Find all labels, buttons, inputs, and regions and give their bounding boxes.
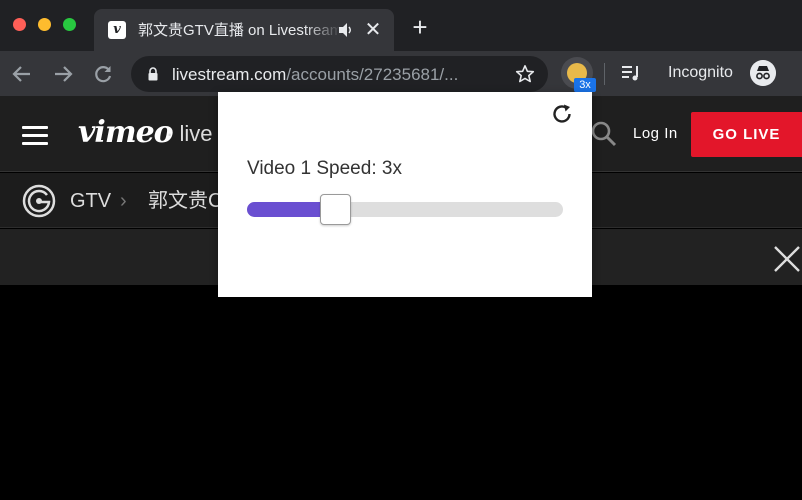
gtv-logo-icon[interactable] [22,184,56,218]
speed-label: Video 1 Speed: [247,158,377,179]
breadcrumb-event-title[interactable]: 郭文贵C [148,190,218,212]
toolbar-divider [604,63,605,85]
vimeo-favicon-icon: v [108,21,126,39]
browser-tab[interactable]: v 郭文贵GTV直播 on Livestream ✕ [94,9,394,51]
url-path: /accounts/27235681/... [286,65,459,84]
login-link[interactable]: Log In [633,125,678,143]
url-text[interactable]: livestream.com/accounts/27235681/... [172,64,502,86]
url-host: livestream.com [172,65,287,84]
livestream-logo-suffix: · live [166,121,213,146]
close-window-button[interactable] [13,18,26,31]
new-tab-button[interactable]: + [410,14,430,40]
speed-label-row: Video 1 Speed: 3x [247,158,402,180]
back-arrow-icon[interactable] [11,63,33,85]
audio-icon[interactable] [338,21,354,39]
breadcrumb-separator: › [120,190,127,212]
star-icon[interactable] [515,64,535,84]
tab-close-icon[interactable]: ✕ [364,20,382,40]
reset-icon[interactable] [551,103,573,125]
speed-extension-button[interactable]: 3x [561,57,596,92]
tab-strip: v 郭文贵GTV直播 on Livestream ✕ + [0,0,802,51]
zoom-window-button[interactable] [63,18,76,31]
incognito-label[interactable]: Incognito [668,63,733,83]
close-icon[interactable] [772,244,802,274]
lock-icon[interactable] [146,67,160,81]
go-live-button[interactable]: GO LIVE [691,112,802,157]
search-icon[interactable] [590,120,618,148]
video-player[interactable] [0,285,802,500]
browser-toolbar: livestream.com/accounts/27235681/... 3x … [0,51,802,96]
breadcrumb-account[interactable]: GTV [70,190,111,212]
reload-icon[interactable] [92,63,114,85]
speed-slider-track[interactable] [247,194,563,225]
address-bar[interactable]: livestream.com/accounts/27235681/... [131,56,548,92]
menu-icon[interactable] [22,126,48,146]
minimize-window-button[interactable] [38,18,51,31]
extension-badge: 3x [574,78,596,92]
vimeo-logo[interactable]: vimeo [78,115,174,150]
speed-control-popup: Video 1 Speed: 3x [218,92,592,297]
incognito-icon[interactable] [750,60,776,86]
reading-list-icon[interactable] [620,63,642,83]
speed-slider-thumb[interactable] [320,194,352,225]
forward-arrow-icon[interactable] [52,63,74,85]
speed-value: 3x [381,158,402,179]
